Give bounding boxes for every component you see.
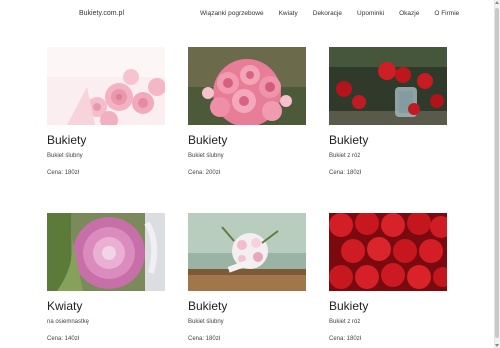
product-image-wedding-bouquet[interactable] [188, 213, 306, 291]
product-card[interactable]: Bukiety Bukiet z róż Cena: 180zł [329, 47, 449, 176]
nav-link-dekoracje[interactable]: Dekoracje [313, 10, 342, 17]
product-image-red-roses[interactable] [329, 213, 447, 291]
product-image-red-roses-vase[interactable] [329, 47, 447, 125]
product-title: Bukiety [188, 299, 228, 313]
scroll-up-arrow-icon[interactable] [495, 1, 499, 4]
nav-link-okazje[interactable]: Okazje [399, 10, 419, 17]
scroll-down-arrow-icon[interactable] [495, 344, 499, 347]
product-title: Kwiaty [47, 299, 83, 313]
product-title: Bukiety [329, 299, 369, 313]
product-card[interactable]: Bukiety Bukiet ślubny Cena: 180zł [188, 213, 308, 342]
product-description: Bukiet z róż [329, 319, 361, 325]
product-image-pink-bouquet[interactable] [188, 47, 306, 125]
site-logo[interactable]: Bukiety.com.pl [79, 10, 124, 17]
product-image-pink-roses[interactable] [47, 47, 165, 125]
product-card[interactable]: Kwiaty na osiemnastkę Cena: 140zł [47, 213, 167, 342]
product-price: Cena: 180zł [47, 170, 80, 176]
product-description: Bukiet ślubny [188, 319, 224, 325]
nav-link-kwiaty[interactable]: Kwiaty [279, 10, 298, 17]
product-price: Cena: 200zł [188, 170, 221, 176]
product-card[interactable]: Bukiety Bukiet ślubny Cena: 200zł [188, 47, 308, 176]
nav-link-o-firmie[interactable]: O Firmie [434, 10, 459, 17]
product-description: Bukiet ślubny [47, 153, 83, 159]
nav-link-wiazanki[interactable]: Wiązanki pogrzebowe [200, 10, 264, 17]
nav-links: Wiązanki pogrzebowe Kwiaty Dekoracje Upo… [200, 10, 459, 17]
product-price: Cena: 180zł [188, 336, 221, 342]
product-description: Bukiet z róż [329, 153, 361, 159]
product-description: Bukiet ślubny [188, 153, 224, 159]
scrollbar-thumb[interactable] [495, 8, 499, 338]
product-image-pink-cabbage-flower[interactable] [47, 213, 165, 291]
product-description: na osiemnastkę [47, 319, 90, 325]
product-card[interactable]: Bukiety Bukiet z róż Cena: 180zł [329, 213, 449, 342]
product-card[interactable]: Bukiety Bukiet ślubny Cena: 180zł [47, 47, 167, 176]
product-title: Bukiety [329, 133, 369, 147]
product-title: Bukiety [188, 133, 228, 147]
product-price: Cena: 180zł [329, 170, 362, 176]
page-scrollbar[interactable] [494, 0, 500, 348]
product-price: Cena: 140zł [47, 336, 80, 342]
top-navigation: Bukiety.com.pl Wiązanki pogrzebowe Kwiat… [0, 0, 494, 30]
product-title: Bukiety [47, 133, 87, 147]
product-price: Cena: 180zł [329, 336, 362, 342]
nav-link-upominki[interactable]: Upominki [357, 10, 384, 17]
